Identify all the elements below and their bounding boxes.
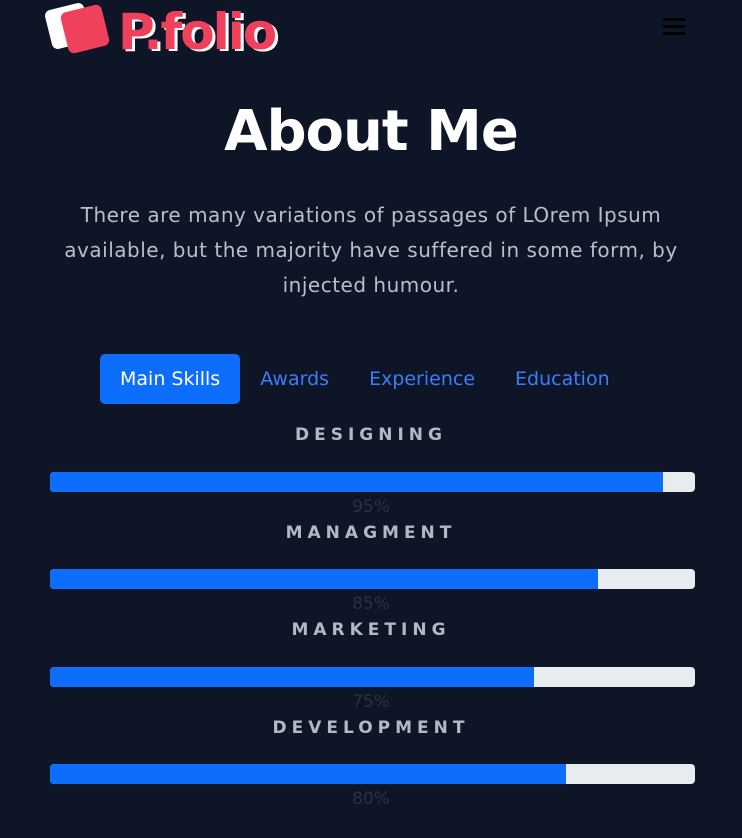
skill-progress-bar-management <box>50 569 695 589</box>
skill-progress-bar-development <box>50 764 695 784</box>
skill-progress-fill <box>50 472 663 492</box>
tab-education[interactable]: Education <box>495 354 630 404</box>
skill-progress-bar-designing <box>50 472 695 492</box>
skill-percent-label: 75% <box>352 692 390 712</box>
page-title: About Me <box>224 99 519 164</box>
skill-percent-label: 85% <box>352 594 390 614</box>
skill-title-marketing: MARKETING <box>291 620 451 640</box>
tab-awards[interactable]: Awards <box>240 354 349 404</box>
logo-mark-icon <box>43 0 111 64</box>
logo-text: P.folio <box>118 3 277 61</box>
hamburger-menu-button[interactable] <box>660 15 688 39</box>
page: P.folio About Me There are many variatio… <box>0 0 742 838</box>
skill-progress-fill <box>50 667 534 687</box>
tab-main-skills[interactable]: Main Skills <box>100 354 241 404</box>
skill-title-management: MANAGMENT <box>285 523 457 543</box>
skill-title-development: DEVELOPMENT <box>272 718 470 738</box>
tab-experience[interactable]: Experience <box>349 354 495 404</box>
skill-progress-bar-marketing <box>50 667 695 687</box>
tabs: Main Skills Awards Experience Education <box>100 354 630 404</box>
skill-percent-label: 80% <box>352 789 390 809</box>
skill-percent-label: 95% <box>352 497 390 517</box>
intro-text: There are many variations of passages of… <box>64 203 678 297</box>
brand-logo[interactable]: P.folio <box>43 0 277 64</box>
skill-progress-fill <box>50 569 599 589</box>
hamburger-icon <box>663 18 685 21</box>
skill-title-designing: DESIGNING <box>295 425 447 445</box>
skill-progress-fill <box>50 764 566 784</box>
